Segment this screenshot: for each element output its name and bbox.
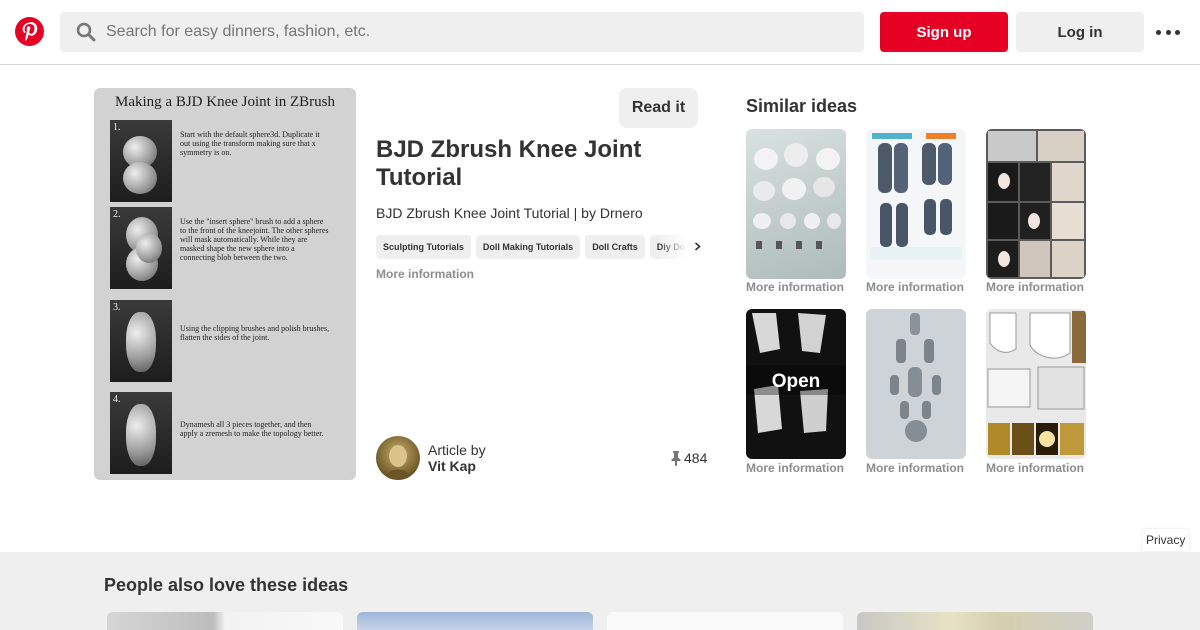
similar-ideas-heading: Similar ideas [746,96,858,116]
step-thumbnail: 2. [110,207,172,289]
pinterest-logo-icon[interactable] [15,17,44,46]
step-thumbnail: 3. [110,300,172,382]
pin-card[interactable] [607,612,843,630]
tutorial-step: 3. Using the clipping brushes and polish… [110,300,340,390]
pin-card[interactable] [857,612,1093,630]
tag-list: Sculpting Tutorials Doll Making Tutorials… [376,235,706,259]
search-icon [76,22,96,42]
step-thumbnail: 1. [110,120,172,202]
pin-title: BJD Zbrush Knee Joint Tutorial [376,136,642,191]
saves-count: 484 [684,450,708,466]
more-information-link[interactable]: More information [376,267,474,281]
similar-pin-image[interactable]: Open [746,309,846,459]
similar-pin-more-info[interactable]: More information [986,280,1084,294]
step-text: Dynamesh all 3 pieces together, and then… [180,420,324,438]
search-input[interactable] [106,12,846,52]
similar-pin-image[interactable] [986,309,1086,459]
pin-card[interactable] [107,612,343,630]
search-bar[interactable] [60,12,864,52]
tag-chip[interactable]: Doll Making Tutorials [475,235,581,259]
pin-image-title: Making a BJD Knee Joint in ZBrush [115,94,335,110]
people-also-love-section: People also love these ideas [0,552,1200,630]
pin-description: BJD Zbrush Knee Joint Tutorial | by Drne… [376,205,643,221]
step-text: Use the "insert sphere" brush to add a s… [180,217,329,262]
open-overlay[interactable]: Open [746,371,846,393]
read-it-button[interactable]: Read it [619,88,698,128]
similar-pin-image[interactable] [866,129,966,279]
more-dots-icon[interactable] [1156,22,1180,42]
similar-pin-image[interactable] [866,309,966,459]
similar-pin-more-info[interactable]: More information [866,461,964,475]
tag-chip[interactable]: Sculpting Tutorials [376,235,471,259]
step-text: Using the clipping brushes and polish br… [180,324,330,342]
people-also-love-heading: People also love these ideas [104,575,349,595]
tutorial-step: 1. Start with the default sphere3d. Dupl… [110,120,340,210]
article-by-label: Article by [428,442,486,458]
top-navbar: Sign up Log in [0,0,1200,65]
author-name[interactable]: Vit Kap [428,458,476,474]
signup-button[interactable]: Sign up [880,12,1008,52]
step-thumbnail: 4. [110,392,172,474]
tutorial-step: 2. Use the "insert sphere" brush to add … [110,207,340,297]
pushpin-icon [671,451,681,466]
chevron-right-icon[interactable] [693,242,702,251]
similar-pin-more-info[interactable]: More information [746,280,844,294]
login-button[interactable]: Log in [1016,12,1144,52]
similar-pin-more-info[interactable]: More information [746,461,844,475]
pin-image[interactable]: Making a BJD Knee Joint in ZBrush 1. Sta… [94,88,356,480]
similar-pin-image[interactable] [746,129,846,279]
tag-chip[interactable]: Doll Crafts [585,235,645,259]
avatar[interactable] [376,436,420,480]
privacy-link[interactable]: Privacy [1142,529,1190,551]
similar-pin-image[interactable] [986,129,1086,279]
tutorial-step: 4. Dynamesh all 3 pieces together, and t… [110,392,340,480]
similar-pin-more-info[interactable]: More information [986,461,1084,475]
pin-card[interactable] [357,612,593,630]
step-text: Start with the default sphere3d. Duplica… [180,130,320,157]
similar-pin-more-info[interactable]: More information [866,280,964,294]
